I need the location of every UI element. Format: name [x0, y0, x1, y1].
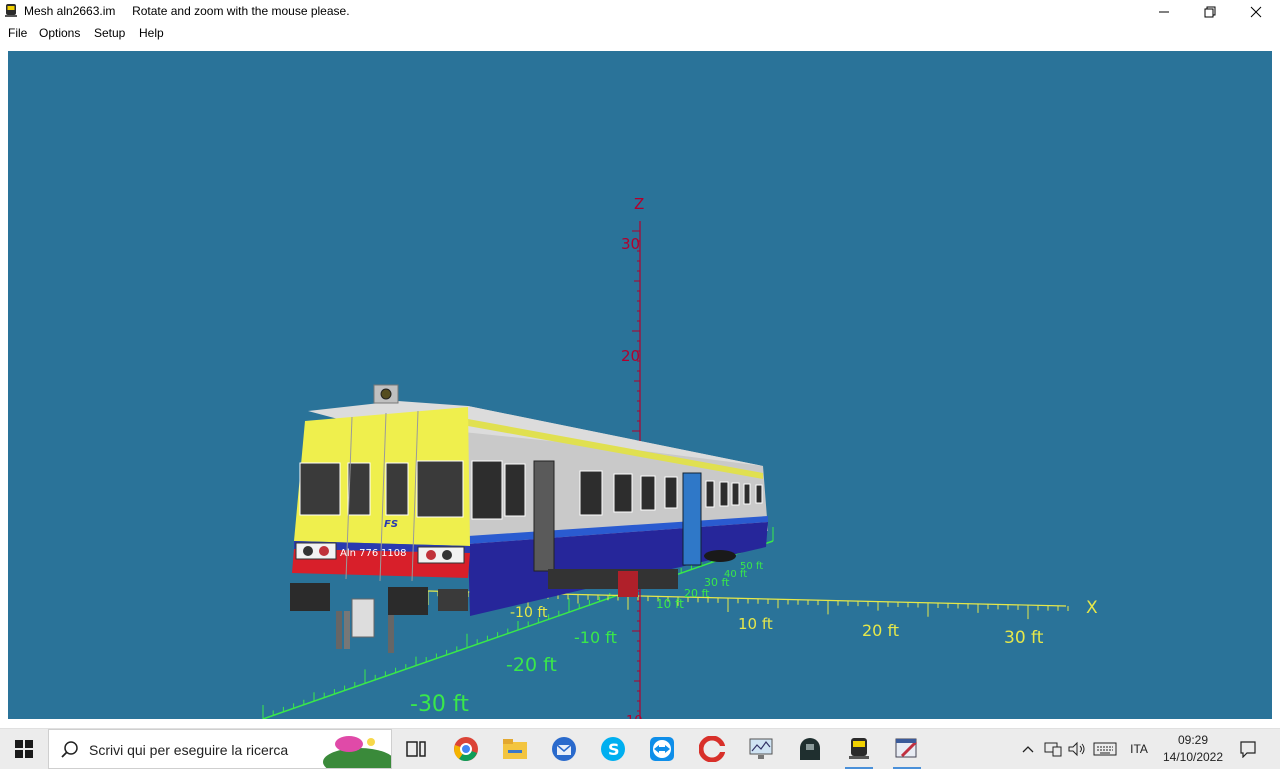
- search-box[interactable]: Scrivi qui per eseguire la ricerca: [48, 729, 392, 769]
- x-tick-10: 10 ft: [738, 615, 773, 633]
- notifications-button[interactable]: [1234, 729, 1262, 769]
- monitor-icon: [749, 738, 773, 759]
- close-button[interactable]: [1233, 0, 1279, 23]
- teamviewer-icon: [650, 737, 674, 761]
- y-tick-neg30: -30 ft: [410, 692, 469, 717]
- z-axis-label: Z: [634, 195, 644, 213]
- start-button[interactable]: [0, 729, 48, 769]
- monitor-button[interactable]: [741, 733, 781, 765]
- speaker-icon: [1068, 741, 1085, 757]
- menu-bar: File Options Setup Help: [0, 23, 1280, 43]
- y-tick-10: 10 ft: [656, 597, 684, 611]
- chrome-icon: [454, 737, 478, 762]
- title-bar: Mesh aln2663.im Rotate and zoom with the…: [0, 0, 1280, 23]
- file-explorer-icon: [503, 739, 527, 759]
- restore-icon: [1204, 6, 1216, 17]
- network-icon: [1044, 742, 1062, 757]
- thunderbird-icon: [552, 737, 576, 761]
- menu-file[interactable]: File: [8, 26, 27, 40]
- x-tick-30: 30 ft: [1004, 628, 1044, 648]
- y-tick-neg20: -20 ft: [506, 654, 557, 676]
- x-axis-label: X: [1086, 598, 1098, 618]
- minimize-icon: [1159, 11, 1169, 12]
- language-indicator[interactable]: ITA: [1124, 729, 1154, 769]
- z-tick-10: 10: [626, 714, 643, 719]
- task-view-icon: [406, 741, 426, 757]
- train-app-icon: [5, 4, 17, 17]
- z-tick-30: 30: [621, 235, 640, 253]
- teamviewer-button[interactable]: [642, 733, 682, 765]
- taskbar: Scrivi qui per eseguire la ricerca S ITA…: [0, 728, 1280, 769]
- close-icon: [1250, 6, 1262, 17]
- skype-button[interactable]: S: [593, 733, 633, 765]
- network-button[interactable]: [1042, 729, 1064, 769]
- train-sim-icon: [800, 738, 820, 760]
- mesh-viewer-icon: [849, 738, 869, 759]
- keyboard-icon: [1093, 742, 1117, 756]
- skype-icon: S: [601, 737, 625, 761]
- notification-icon: [1240, 741, 1256, 758]
- clock[interactable]: 09:29 14/10/2022: [1158, 732, 1228, 766]
- train-front-text: Aln 776: [340, 548, 378, 559]
- editor-icon: [895, 738, 918, 758]
- minimize-button[interactable]: [1141, 0, 1187, 23]
- search-placeholder: Scrivi qui per eseguire la ricerca: [89, 742, 289, 758]
- train-number: 1108: [381, 548, 406, 559]
- keyboard-button[interactable]: [1092, 729, 1118, 769]
- volume-button[interactable]: [1066, 729, 1088, 769]
- x-tick-neg10: -10 ft: [510, 605, 548, 621]
- clock-time: 09:29: [1177, 733, 1209, 747]
- chevron-up-icon: [1022, 746, 1034, 753]
- y-tick-neg10: -10 ft: [574, 628, 617, 647]
- z-tick-20: 20: [621, 347, 640, 365]
- mesh-viewer-button[interactable]: [839, 733, 879, 769]
- file-explorer-button[interactable]: [495, 733, 535, 765]
- chrome-button[interactable]: [446, 733, 486, 765]
- x-tick-20: 20 ft: [862, 621, 899, 640]
- tray-overflow-button[interactable]: [1018, 729, 1038, 769]
- ccleaner-button[interactable]: [692, 733, 732, 765]
- menu-help[interactable]: Help: [139, 26, 164, 40]
- task-view-button[interactable]: [396, 733, 436, 765]
- editor-button[interactable]: [887, 733, 927, 769]
- mesh-viewport[interactable]: Z 30 20 10 X -10 ft 10 ft 20 ft 30 ft 10…: [8, 51, 1272, 719]
- menu-options[interactable]: Options: [39, 26, 80, 40]
- restore-button[interactable]: [1187, 0, 1233, 23]
- ccleaner-icon: [699, 736, 725, 762]
- thunderbird-button[interactable]: [544, 733, 584, 765]
- menu-setup[interactable]: Setup: [94, 26, 125, 40]
- svg-text:S: S: [608, 740, 620, 759]
- clock-date: 14/10/2022: [1162, 750, 1224, 764]
- search-highlight-icon: [323, 736, 391, 768]
- windows-logo-icon: [15, 740, 33, 758]
- train-logo: FS: [384, 519, 398, 530]
- window-title: Mesh aln2663.im Rotate and zoom with the…: [24, 4, 350, 18]
- train-sim-button[interactable]: [790, 733, 830, 765]
- y-tick-50: 50 ft: [740, 561, 763, 572]
- search-icon: [61, 741, 78, 758]
